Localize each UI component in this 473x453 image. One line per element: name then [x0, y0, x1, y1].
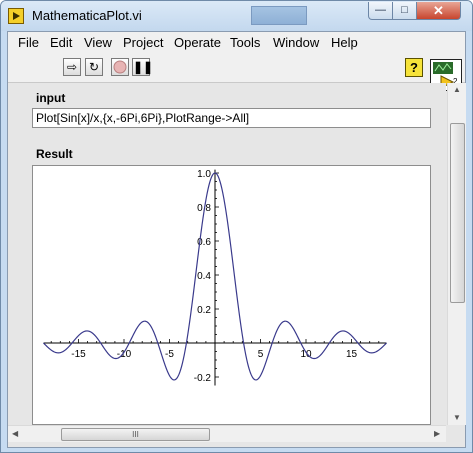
- result-label: Result: [36, 147, 73, 161]
- menu-tools[interactable]: Tools: [230, 35, 260, 50]
- labview-vi-icon: [8, 8, 24, 24]
- title-bar[interactable]: MathematicaPlot.vi — □ ✕: [1, 1, 472, 31]
- context-help-button[interactable]: ?: [405, 58, 423, 77]
- window-title: MathematicaPlot.vi: [32, 8, 142, 23]
- sinc-plot: -15 -10 -5 5 10 15-0.20.20.40.60.81.0: [43, 169, 387, 386]
- vi-front-panel: File Edit View Project Operate Tools Win…: [7, 31, 466, 448]
- x-tick-label: -5: [165, 349, 174, 360]
- input-label: input: [36, 91, 66, 105]
- x-tick-label: 15: [346, 349, 358, 360]
- scroll-down-arrow-icon[interactable]: ▼: [453, 413, 461, 422]
- menu-project[interactable]: Project: [123, 35, 163, 50]
- front-panel-area: input Plot[Sin[x]/x,{x,-6Pi,6Pi},PlotRan…: [8, 83, 446, 425]
- toolbar: ⇨ ↻ ❚❚ ? 2: [8, 54, 465, 91]
- horizontal-scrollbar[interactable]: ◀ III ▶: [8, 425, 446, 442]
- menu-operate[interactable]: Operate: [174, 35, 221, 50]
- application-window: MathematicaPlot.vi — □ ✕ File Edit View …: [0, 0, 473, 453]
- horizontal-scroll-thumb[interactable]: III: [61, 428, 210, 441]
- scroll-up-arrow-icon[interactable]: ▲: [453, 85, 461, 94]
- maximize-button[interactable]: □: [392, 2, 417, 20]
- run-continuously-icon[interactable]: ↻: [85, 58, 103, 76]
- menu-file[interactable]: File: [18, 35, 39, 50]
- y-tick-label: 0.2: [197, 305, 211, 316]
- pause-icon[interactable]: ❚❚: [132, 58, 153, 76]
- x-tick-label: -15: [71, 349, 86, 360]
- minimize-button[interactable]: —: [368, 2, 393, 20]
- menu-view[interactable]: View: [84, 35, 112, 50]
- y-tick-label: 0.4: [197, 271, 211, 282]
- vertical-scrollbar[interactable]: ▲ ▼: [447, 83, 466, 425]
- menu-bar: File Edit View Project Operate Tools Win…: [8, 32, 465, 54]
- vertical-scroll-thumb[interactable]: [450, 123, 465, 303]
- y-tick-label: -0.2: [194, 373, 212, 384]
- x-tick-label: -10: [117, 349, 132, 360]
- y-tick-label: 1.0: [197, 169, 211, 180]
- menu-window[interactable]: Window: [273, 35, 319, 50]
- close-button[interactable]: ✕: [416, 2, 461, 20]
- scroll-right-arrow-icon[interactable]: ▶: [434, 429, 440, 438]
- run-arrow-icon[interactable]: ⇨: [63, 58, 81, 76]
- input-string-control[interactable]: Plot[Sin[x]/x,{x,-6Pi,6Pi},PlotRange->Al…: [32, 108, 431, 128]
- menu-edit[interactable]: Edit: [50, 35, 72, 50]
- scroll-left-arrow-icon[interactable]: ◀: [12, 429, 18, 438]
- result-image-display: -15 -10 -5 5 10 15 -0.2 0.2 0.4 0.6 0.8 1.0: [32, 165, 431, 425]
- x-tick-label: 10: [300, 349, 312, 360]
- menu-help[interactable]: Help: [331, 35, 358, 50]
- abort-execution-icon[interactable]: [111, 58, 129, 76]
- x-tick-label: 5: [258, 349, 264, 360]
- title-bar-ghost-button: [251, 6, 307, 25]
